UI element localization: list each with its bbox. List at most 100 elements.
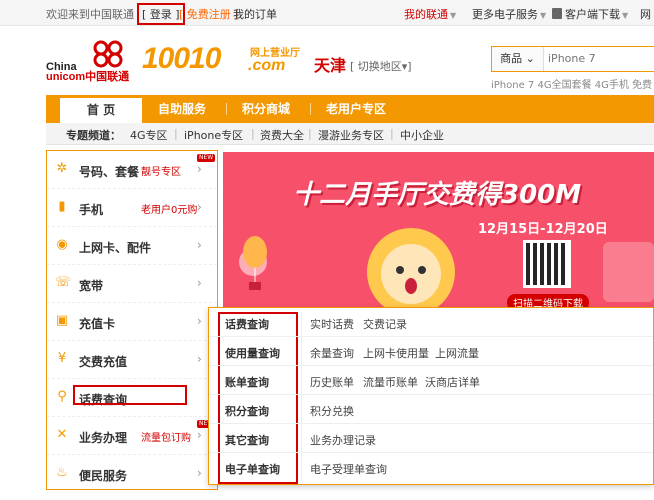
flyout-category[interactable]: 电子单查询	[225, 461, 280, 477]
promo-banner[interactable]: 十二月手厅交费得300M 12月15日-12月20日 扫描二维码下载	[223, 152, 654, 307]
chevron-right-icon: ›	[197, 276, 202, 290]
sidebar-item-promo[interactable]: 流量包订购	[141, 429, 191, 444]
sidebar-item-datacards[interactable]: ◉ 上网卡、配件 ›	[47, 227, 217, 265]
divider: |	[251, 127, 255, 140]
category-sidebar: ✲ 号码、套餐 靓号专区 NEW › ▮ 手机 老用户0元购 › ◉ 上网卡、配…	[46, 150, 218, 490]
active-item-highlight	[73, 385, 187, 405]
sidebar-item-numbers[interactable]: ✲ 号码、套餐 靓号专区 NEW ›	[47, 151, 217, 189]
flyout-category[interactable]: 账单查询	[225, 374, 269, 390]
chevron-down-icon: ▼	[540, 11, 547, 20]
flyout-link[interactable]: 流量币账单	[363, 374, 418, 390]
welcome-text: 欢迎来到中国联通	[46, 8, 134, 21]
chevron-right-icon: ›	[197, 200, 202, 214]
gear-icon: ✲	[56, 161, 68, 176]
more-services-menu[interactable]: 更多电子服务 ▼	[472, 6, 546, 22]
my-orders-link[interactable]: 我的订单	[233, 6, 277, 22]
channel-4g[interactable]: 4G专区	[130, 127, 168, 143]
flyout-category[interactable]: 其它查询	[225, 432, 269, 448]
net-menu[interactable]: 网	[640, 6, 651, 22]
chevron-right-icon: ›	[197, 428, 202, 442]
divider: |	[308, 127, 312, 140]
flyout-link[interactable]: 交费记录	[363, 316, 407, 332]
sidebar-item-promo[interactable]: 老用户0元购	[141, 201, 197, 216]
channel-label: 专题频道：	[66, 129, 121, 142]
flyout-row: 话费查询 实时话费 交费记录	[209, 308, 653, 337]
flyout-row: 积分查询 积分兑换	[209, 395, 653, 424]
flyout-row: 其它查询 业务办理记录	[209, 424, 653, 453]
sidebar-item-topup-cards[interactable]: ▣ 充值卡 ›	[47, 303, 217, 341]
sidebar-item-business[interactable]: ✕ 业务办理 流量包订购 NEW ›	[47, 417, 217, 455]
tools-icon: ✕	[56, 427, 68, 442]
sidebar-item-services[interactable]: ♨ 便民服务 ›	[47, 455, 217, 493]
flyout-link[interactable]: 上网流量	[435, 345, 479, 361]
flyout-link[interactable]: 上网卡使用量	[363, 345, 429, 361]
chevron-down-icon: ▼	[450, 11, 457, 20]
nav-old-users[interactable]: 老用户专区	[326, 95, 386, 123]
switch-city-link[interactable]: [ 切换地区▾]	[350, 58, 412, 74]
flyout-link[interactable]: 沃商店详单	[425, 374, 480, 390]
flyout-category[interactable]: 积分查询	[225, 403, 269, 419]
sidebar-item-label: 宽带	[79, 279, 104, 293]
chevron-right-icon: ›	[197, 466, 202, 480]
client-download-label: 客户端下载	[565, 8, 620, 21]
banner-date: 12月15日-12月20日	[478, 222, 608, 237]
chevron-right-icon: ›	[197, 352, 202, 366]
nav-divider	[310, 103, 311, 115]
search-box: 商品 ⌄	[491, 46, 654, 72]
banner-scan-label: 扫描二维码下载	[507, 294, 589, 307]
card-icon: ▣	[55, 313, 69, 328]
flyout-link[interactable]: 历史账单	[310, 374, 354, 390]
channel-roaming[interactable]: 漫游业务专区	[318, 127, 384, 143]
sidebar-item-label: 业务办理	[79, 431, 128, 445]
sidebar-item-label: 手机	[79, 203, 104, 217]
register-link[interactable]: [ 免费注册 ]	[179, 6, 239, 22]
new-badge: NEW	[197, 154, 216, 162]
nav-divider	[226, 103, 227, 115]
yen-icon: ¥	[57, 351, 67, 366]
sidebar-item-label: 交费充值	[79, 355, 128, 369]
sidebar-item-label: 便民服务	[79, 469, 128, 483]
nav-self-service[interactable]: 自助服务	[158, 95, 206, 123]
flyout-link[interactable]: 余量查询	[310, 345, 354, 361]
search-input[interactable]	[548, 47, 654, 71]
flyout-link[interactable]: 实时话费	[310, 316, 354, 332]
more-services-label: 更多电子服务	[472, 8, 538, 21]
broadband-icon: ☏	[55, 275, 72, 290]
brand-number[interactable]: 10010	[142, 42, 221, 76]
channel-iphone[interactable]: iPhone专区	[184, 127, 243, 143]
divider: |	[390, 127, 394, 140]
flyout-category[interactable]: 使用量查询	[225, 345, 280, 361]
mobile-icon	[552, 8, 562, 19]
sidebar-item-label: 充值卡	[79, 317, 116, 331]
brand-domain: .com	[248, 57, 286, 74]
main-nav: 首 页 自助服务 积分商城 老用户专区	[46, 95, 654, 123]
flyout-link[interactable]: 积分兑换	[310, 403, 354, 419]
flyout-category[interactable]: 话费查询	[225, 316, 269, 332]
channel-sme[interactable]: 中小企业	[400, 127, 444, 143]
nav-points-mall[interactable]: 积分商城	[242, 95, 290, 123]
search-category-select[interactable]: 商品 ⌄	[492, 47, 544, 71]
flyout-link[interactable]: 电子受理单查询	[310, 461, 387, 477]
service-icon: ♨	[56, 465, 68, 480]
sidebar-item-payment[interactable]: ¥ 交费充值 ›	[47, 341, 217, 379]
login-link[interactable]: [ 登录 ]	[137, 3, 185, 25]
phone-icon: ▮	[58, 199, 66, 214]
sidebar-item-phones[interactable]: ▮ 手机 老用户0元购 ›	[47, 189, 217, 227]
hot-keywords[interactable]: iPhone 7 4G全国套餐 4G手机 免费	[491, 76, 652, 91]
nav-home[interactable]: 首 页	[60, 95, 142, 123]
client-download-menu[interactable]: 客户端下载 ▼	[552, 6, 628, 22]
flyout-link[interactable]: 业务办理记录	[310, 432, 376, 448]
flyout-row: 使用量查询 余量查询 上网卡使用量 上网流量	[209, 337, 653, 366]
current-city: 天津	[314, 56, 347, 75]
banner-title: 十二月手厅交费得300M	[293, 180, 582, 210]
chevron-down-icon: ▼	[622, 11, 629, 20]
channel-tariffs[interactable]: 资费大全	[260, 127, 304, 143]
flyout-row: 账单查询 历史账单 流量币账单 沃商店详单	[209, 366, 653, 395]
my-unicom-menu[interactable]: 我的联通 ▼	[404, 6, 456, 22]
sidebar-item-label: 上网卡、配件	[79, 241, 152, 255]
unicom-logo[interactable]: China unicom中国联通	[46, 38, 136, 83]
sidebar-item-broadband[interactable]: ☏ 宽带 ›	[47, 265, 217, 303]
sidebar-item-label: 号码、套餐	[79, 165, 140, 179]
sidebar-item-promo[interactable]: 靓号专区	[141, 163, 181, 178]
flyout-row: 电子单查询 电子受理单查询	[209, 453, 653, 482]
